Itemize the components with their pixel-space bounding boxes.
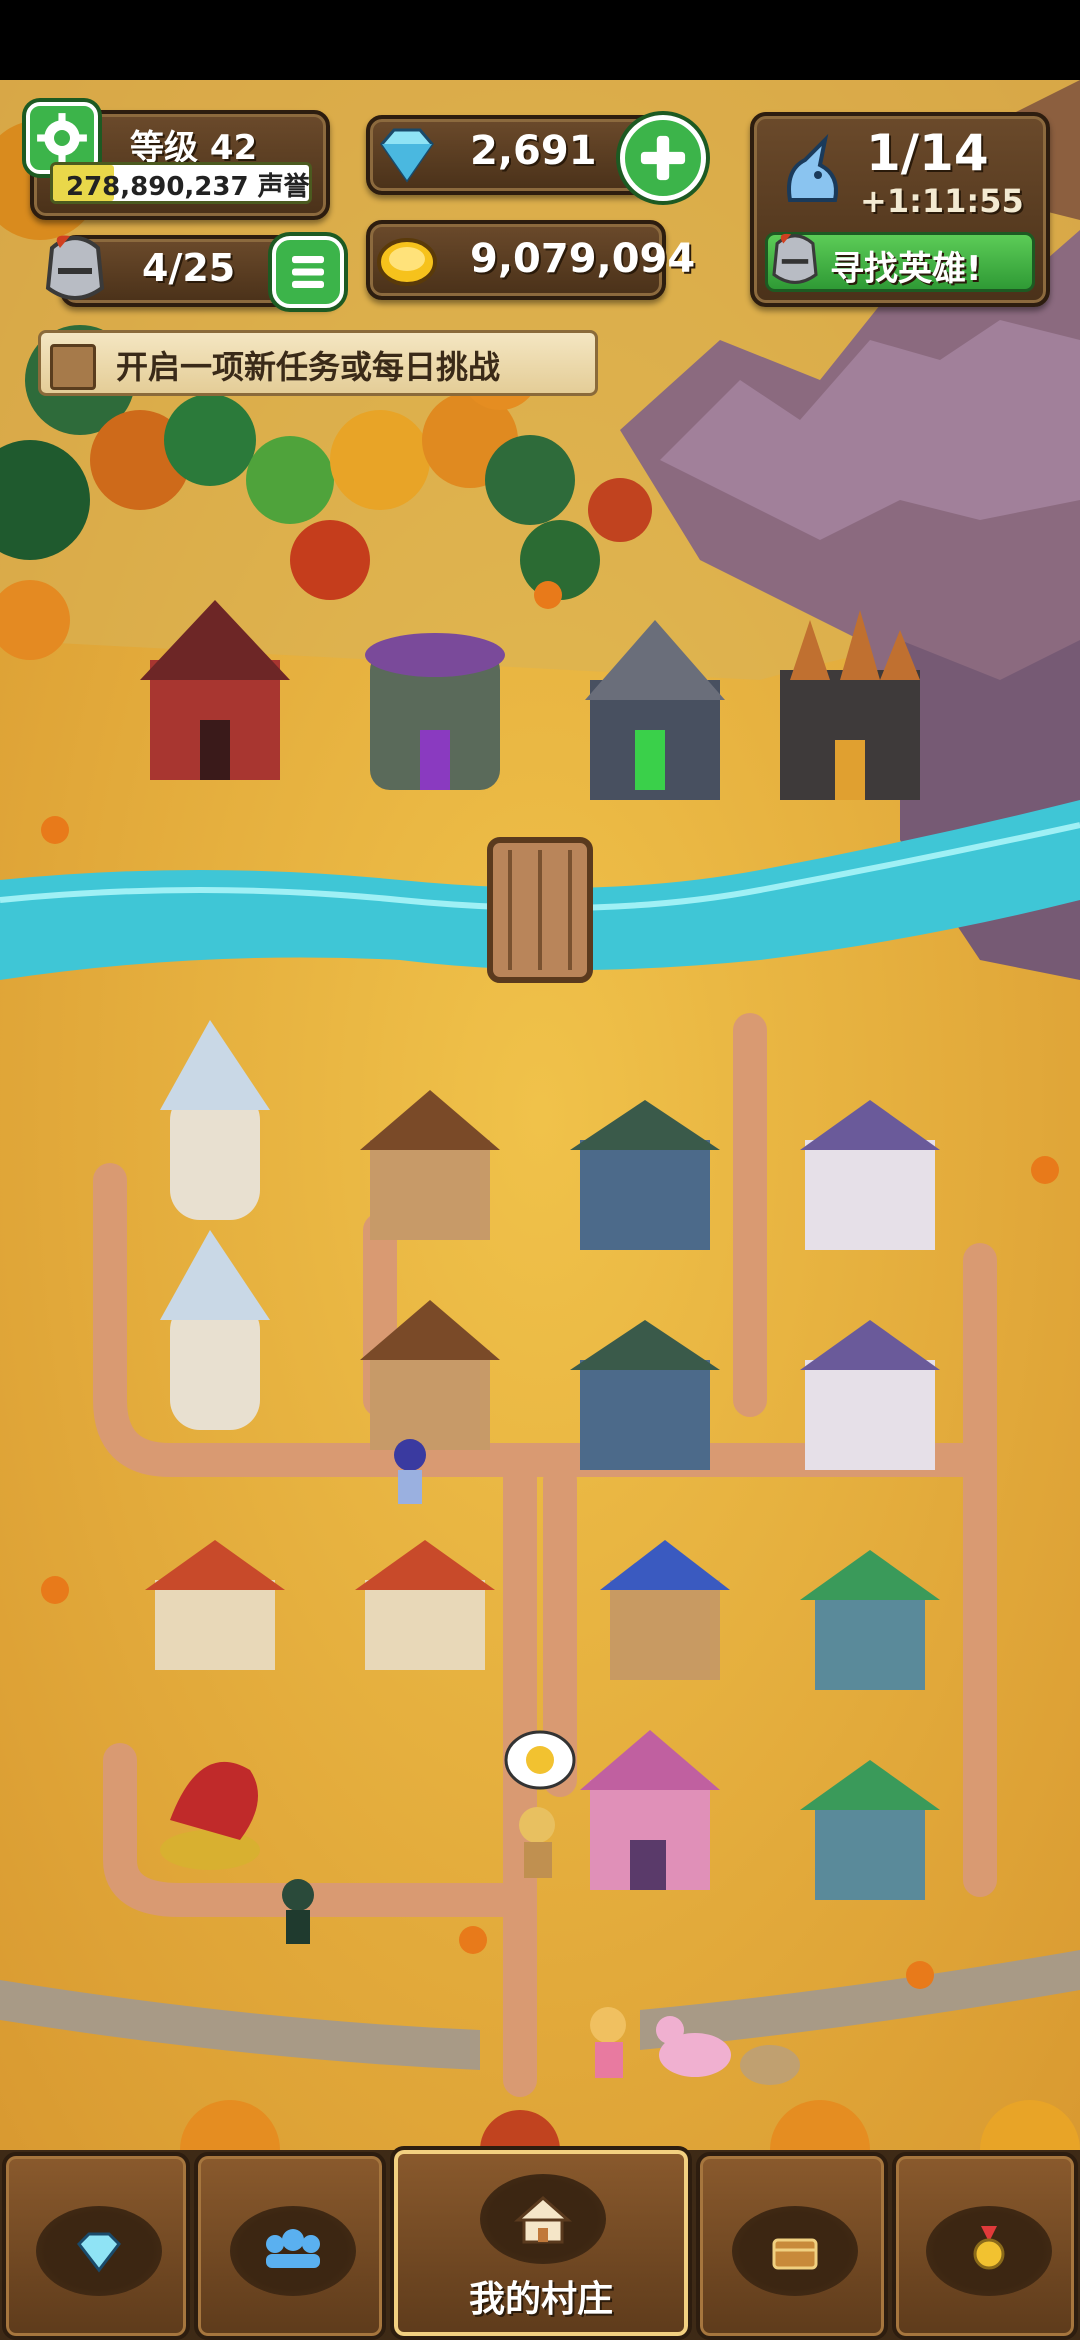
nav-village-label: 我的村庄 xyxy=(468,2279,613,2320)
gear-icon xyxy=(37,113,87,163)
hero-character-blond[interactable] xyxy=(519,1807,555,1878)
nav-chests[interactable] xyxy=(696,2152,888,2340)
add-gems-button[interactable] xyxy=(620,115,706,201)
knight-helmet-icon xyxy=(772,233,818,284)
hero-character-girl[interactable] xyxy=(590,2007,626,2078)
gem-icon xyxy=(77,2232,121,2273)
hero-count: 4/25 xyxy=(142,246,236,290)
nav-heroes[interactable] xyxy=(194,2152,386,2340)
fame-label: 278,890,237 声誉 xyxy=(66,172,310,202)
gold-count: 9,079,094 xyxy=(470,236,696,282)
plus-icon xyxy=(640,135,686,181)
gem-count: 2,691 xyxy=(470,128,597,174)
treasure-chest-icon xyxy=(772,2238,818,2270)
knight-helmet-icon xyxy=(45,235,105,300)
medal-icon xyxy=(973,2226,1005,2270)
people-icon xyxy=(266,2229,320,2268)
gem-icon xyxy=(380,128,434,183)
hero-character-hooded[interactable] xyxy=(282,1879,314,1944)
nav-gems-shop[interactable] xyxy=(2,2152,190,2340)
quest-checkbox[interactable] xyxy=(50,344,96,390)
list-icon xyxy=(292,256,324,288)
recruit-timer: +1:11:55 xyxy=(860,182,1024,220)
unicorn-icon xyxy=(787,133,838,202)
house-icon xyxy=(514,2196,572,2244)
recruit-count: 1/14 xyxy=(866,124,989,182)
status-bar-area xyxy=(0,0,1080,80)
nav-achievements[interactable] xyxy=(892,2152,1078,2340)
thought-bubble xyxy=(504,1730,576,1790)
bridge[interactable] xyxy=(487,837,593,983)
find-hero-label: 寻找英雄! xyxy=(830,249,982,289)
heroes-list-button[interactable] xyxy=(272,236,344,308)
quest-label: 开启一项新任务或每日挑战 xyxy=(116,348,501,386)
candy-bowl[interactable] xyxy=(740,2045,800,2085)
castle-purple[interactable] xyxy=(365,633,505,790)
gold-coin-icon xyxy=(377,238,437,286)
hero-character-blue[interactable] xyxy=(394,1439,426,1504)
